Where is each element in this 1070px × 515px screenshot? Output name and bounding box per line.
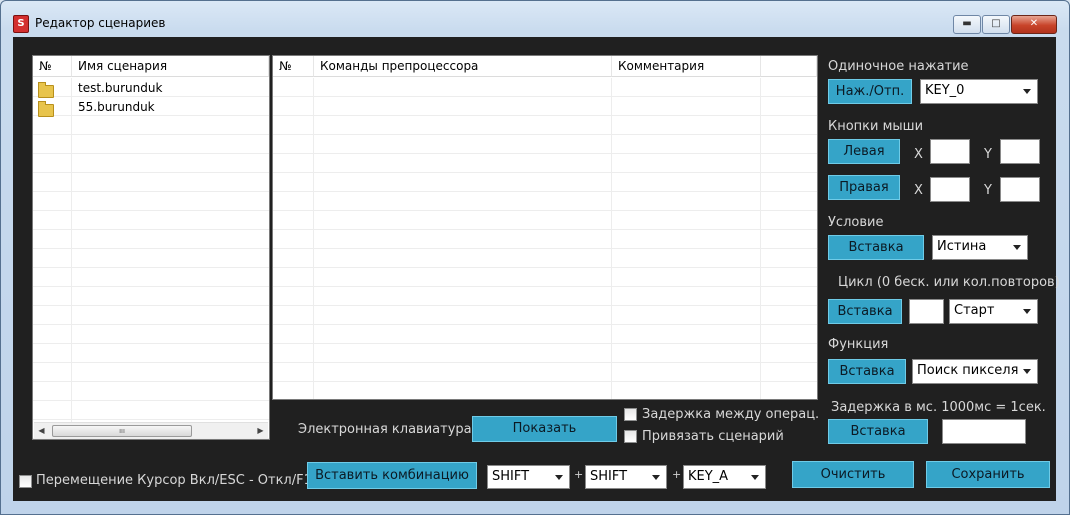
chevron-down-icon	[1013, 245, 1021, 250]
chevron-down-icon	[555, 475, 563, 480]
plus-sign: +	[574, 468, 584, 481]
script-app-icon: S	[13, 15, 29, 33]
press-release-button[interactable]: Наж./Отп.	[828, 79, 912, 104]
column-header-preprocessor-commands[interactable]: Команды препроцессора	[314, 56, 612, 77]
right-x-input[interactable]	[930, 177, 970, 202]
delay-label: Задержка в мс. 1000мс = 1сек.	[831, 400, 1046, 415]
loop-select[interactable]: Старт	[949, 299, 1038, 324]
scenario-name: test.burunduk	[78, 81, 163, 95]
single-press-key-select[interactable]: KEY_0	[920, 79, 1038, 104]
scroll-thumb[interactable]: ııı	[52, 425, 192, 437]
function-select[interactable]: Поиск пикселя	[912, 359, 1038, 384]
folder-icon	[38, 82, 54, 98]
x-label: X	[914, 147, 923, 162]
combo-key1-value: SHIFT	[492, 469, 530, 484]
right-y-input[interactable]	[1000, 177, 1040, 202]
right-mouse-button[interactable]: Правая	[828, 175, 900, 200]
save-button[interactable]: Сохранить	[926, 461, 1050, 488]
clear-button[interactable]: Очистить	[792, 461, 914, 488]
left-y-input[interactable]	[1000, 139, 1040, 164]
cursor-move-label: Перемещение Курсор Вкл/ESC - Откл/F1	[36, 473, 312, 488]
left-mouse-button[interactable]: Левая	[828, 139, 900, 164]
combo-key2-value: SHIFT	[590, 469, 628, 484]
column-header-number[interactable]: №	[33, 56, 72, 77]
commands-table[interactable]: № Команды препроцессора Комментария	[272, 55, 818, 400]
title-bar[interactable]: S Редактор сценариев ▬ □ ✕	[1, 1, 1069, 35]
insert-combination-button[interactable]: Вставить комбинацию	[307, 462, 477, 489]
scroll-left-icon[interactable]: ◀	[34, 423, 49, 438]
show-keyboard-button[interactable]: Показать	[472, 416, 617, 442]
bind-scenario-label: Привязать сценарий	[642, 429, 784, 444]
loop-count-input[interactable]	[909, 299, 944, 324]
left-x-input[interactable]	[930, 139, 970, 164]
chevron-down-icon	[652, 475, 660, 480]
minimize-button[interactable]: ▬	[953, 15, 981, 34]
condition-select[interactable]: Истина	[932, 235, 1028, 260]
scroll-right-icon[interactable]: ▶	[253, 423, 268, 438]
loop-insert-button[interactable]: Вставка	[828, 299, 902, 324]
x-label: X	[914, 183, 923, 198]
list-item[interactable]: 55.burunduk	[33, 98, 269, 117]
column-header-comment[interactable]: Комментария	[612, 56, 761, 77]
function-value: Поиск пикселя	[917, 363, 1019, 378]
mouse-buttons-label: Кнопки мыши	[828, 119, 924, 134]
single-press-label: Одиночное нажатие	[828, 59, 969, 74]
table-grid	[273, 78, 817, 399]
folder-icon	[38, 101, 54, 117]
list-grid	[33, 78, 269, 439]
scenario-list[interactable]: № Имя сценария test.burunduk 55.burunduk…	[32, 55, 270, 440]
function-label: Функция	[828, 337, 889, 352]
combo-key3-value: KEY_A	[688, 469, 729, 484]
combo-key2-select[interactable]: SHIFT	[585, 465, 667, 489]
client-area: № Имя сценария test.burunduk 55.burunduk…	[13, 37, 1060, 501]
y-label: Y	[984, 183, 992, 198]
editor-window: S Редактор сценариев ▬ □ ✕ № Имя сценари…	[0, 0, 1070, 515]
window-title: Редактор сценариев	[35, 16, 166, 30]
condition-value: Истина	[937, 239, 987, 254]
function-insert-button[interactable]: Вставка	[828, 359, 906, 384]
column-header-filler	[761, 56, 817, 77]
delay-insert-button[interactable]: Вставка	[828, 419, 928, 444]
condition-label: Условие	[828, 215, 884, 230]
loop-label: Цикл (0 беск. или кол.повторов)	[838, 275, 1060, 290]
y-label: Y	[984, 147, 992, 162]
cursor-move-checkbox[interactable]	[19, 475, 32, 488]
close-button[interactable]: ✕	[1011, 15, 1057, 34]
combo-key1-select[interactable]: SHIFT	[487, 465, 570, 489]
bind-scenario-checkbox[interactable]	[624, 430, 637, 443]
chevron-down-icon	[1023, 89, 1031, 94]
combo-key3-select[interactable]: KEY_A	[683, 465, 766, 489]
horizontal-scrollbar[interactable]: ◀ ııı ▶	[34, 422, 268, 438]
chevron-down-icon	[1023, 309, 1031, 314]
column-header-number[interactable]: №	[273, 56, 314, 77]
chevron-down-icon	[1023, 369, 1031, 374]
condition-insert-button[interactable]: Вставка	[828, 235, 924, 260]
list-item[interactable]: test.burunduk	[33, 79, 269, 98]
single-press-key-value: KEY_0	[925, 83, 965, 98]
keyboard-label: Электронная клавиатура	[298, 422, 472, 437]
chevron-down-icon	[751, 475, 759, 480]
delay-between-ops-checkbox[interactable]	[624, 408, 637, 421]
delay-between-ops-label: Задержка между операц.	[642, 407, 820, 422]
plus-sign: +	[672, 468, 682, 481]
maximize-button[interactable]: □	[982, 15, 1010, 34]
delay-input[interactable]	[942, 419, 1026, 444]
scenario-name: 55.burunduk	[78, 100, 155, 114]
column-header-scenario-name[interactable]: Имя сценария	[72, 56, 269, 77]
loop-value: Старт	[954, 303, 995, 318]
